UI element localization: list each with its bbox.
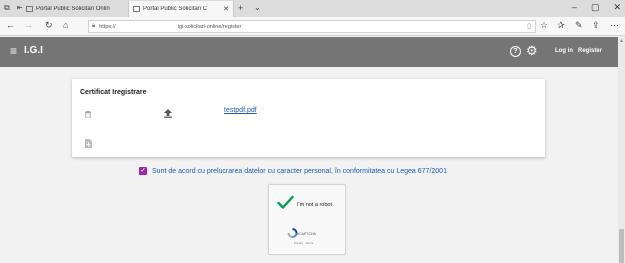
app-navbar: ≡ I.G.I ? ⚙ Log in Register [0, 37, 625, 67]
tab-stack-icon[interactable]: ⧉ [4, 3, 10, 13]
lock-icon: 🔒︎ [92, 23, 96, 29]
reading-view-icon[interactable]: ▯ [527, 22, 531, 30]
page-content: Certificat Iregistrare testpdf.pdf ✓ Sun… [0, 67, 618, 263]
upload-icon[interactable] [164, 109, 172, 118]
gear-icon[interactable]: ⚙ [526, 43, 538, 59]
page-favicon-icon [26, 6, 33, 12]
restore-icon[interactable]: ▢ [591, 2, 600, 13]
tab-title: Portal Public Solicitari Onlin [36, 6, 110, 12]
consent-checkbox[interactable]: ✓ [139, 167, 147, 175]
minimize-icon[interactable]: – [572, 2, 577, 13]
browser-tab-1[interactable]: Portal Public Solicitari Onlin [22, 1, 126, 17]
favorites-bar-icon[interactable]: ✰ [557, 20, 565, 31]
file-add-icon[interactable] [85, 139, 92, 148]
scroll-up-icon[interactable]: ▲ [618, 38, 625, 44]
address-bar-row: ← → ↻ ⌂ 🔒︎ https:// igi-solicitari-onlin… [0, 17, 625, 36]
help-icon[interactable]: ? [510, 46, 521, 57]
url-scheme: https:// [99, 23, 116, 30]
more-icon[interactable]: ⋯ [610, 20, 619, 31]
recaptcha-check-icon[interactable] [277, 195, 294, 210]
tab-title: Portal Public Solicitari C [143, 6, 208, 12]
refresh-icon[interactable]: ↻ [45, 20, 53, 31]
tab-list-chevron-icon[interactable]: ⌄ [254, 3, 261, 12]
recaptcha-widget[interactable]: I'm not a robot reCAPTCHA Privacy - Term… [268, 184, 346, 255]
page-scrollbar[interactable]: ▲ [618, 37, 625, 263]
recaptcha-terms-link[interactable]: Privacy - Terms [294, 241, 313, 245]
brand-title[interactable]: I.G.I [24, 45, 43, 56]
trash-icon[interactable] [85, 111, 91, 118]
home-icon[interactable]: ⌂ [63, 20, 68, 30]
url-input[interactable]: 🔒︎ https:// igi-solicitari-online/regist… [88, 20, 536, 33]
tab-actions: ⧉ ⇤ [4, 3, 23, 13]
share-icon[interactable]: ⇪ [592, 20, 600, 31]
browser-tab-2[interactable]: Portal Public Solicitari C ✕ [128, 1, 234, 17]
favorite-star-icon[interactable]: ☆ [540, 20, 548, 31]
uploaded-file-link[interactable]: testpdf.pdf [224, 107, 257, 114]
page-favicon-icon [133, 6, 140, 12]
url-path: igi-solicitari-online/register [177, 23, 242, 30]
certificate-title: Certificat Iregistrare [80, 89, 147, 96]
new-tab-icon[interactable]: + [238, 3, 243, 13]
hamburger-icon[interactable]: ≡ [10, 45, 17, 57]
forward-arrow-icon[interactable]: → [24, 20, 33, 30]
recaptcha-label: I'm not a robot [297, 202, 332, 208]
close-window-icon[interactable]: ✕ [613, 2, 621, 13]
consent-label[interactable]: Sunt de acord cu prelucrarea datelor cu … [152, 168, 447, 175]
consent-row[interactable]: ✓ Sunt de acord cu prelucrarea datelor c… [139, 167, 447, 175]
scrollbar-thumb[interactable] [619, 229, 624, 263]
recaptcha-brand: reCAPTCHA [296, 232, 316, 236]
pen-icon[interactable]: ✎ [575, 20, 583, 31]
window-controls: – ▢ ✕ [572, 2, 621, 13]
close-tab-icon[interactable]: ✕ [223, 5, 229, 13]
login-link[interactable]: Log in [555, 48, 573, 54]
browser-tabstrip: ⧉ ⇤ Portal Public Solicitari Onlin Porta… [0, 0, 625, 17]
certificate-card: Certificat Iregistrare testpdf.pdf [72, 79, 545, 157]
back-arrow-icon[interactable]: ← [6, 20, 15, 30]
register-link[interactable]: Register [578, 48, 602, 54]
